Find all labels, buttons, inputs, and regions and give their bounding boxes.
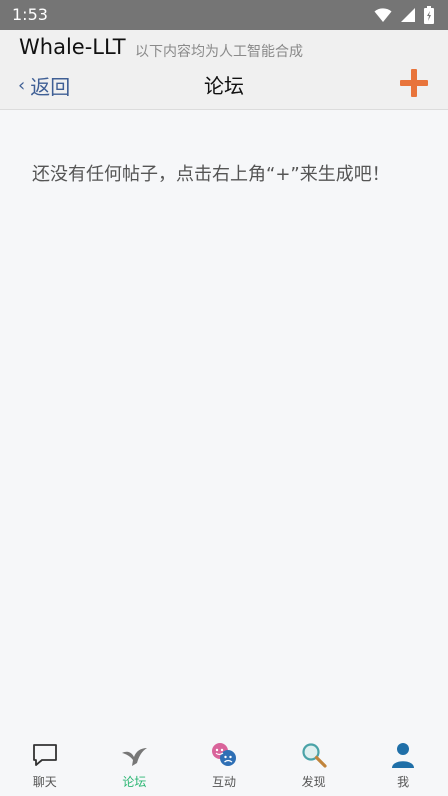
tab-label: 聊天 [32, 775, 57, 789]
tab-me[interactable]: 我 [358, 735, 448, 796]
ai-disclaimer: 以下内容均为人工智能合成 [135, 44, 303, 60]
tab-interact[interactable]: 互动 [179, 735, 269, 796]
wifi-icon [374, 8, 392, 22]
plus-icon [400, 69, 428, 97]
tab-label: 论坛 [122, 775, 147, 789]
tab-label: 互动 [211, 775, 236, 789]
empty-state-message: 还没有任何帖子，点击右上角“+”来生成吧！ [32, 164, 390, 185]
tab-discover[interactable]: 发现 [269, 735, 359, 796]
app-header: Whale-LLT 以下内容均为人工智能合成 [0, 30, 448, 66]
tab-chat[interactable]: 聊天 [0, 735, 90, 796]
status-bar: 1:53 [0, 0, 448, 30]
status-icons [374, 6, 434, 24]
drama-masks-icon [211, 743, 236, 766]
tab-label: 我 [397, 775, 410, 789]
nav-bar: ‹ 返回 论坛 [0, 66, 448, 110]
app-title: Whale-LLT [19, 35, 126, 59]
status-time: 1:53 [12, 5, 48, 24]
back-label: 返回 [30, 75, 71, 99]
battery-icon [424, 6, 434, 24]
back-button[interactable]: ‹ 返回 [18, 71, 70, 100]
person-icon [392, 743, 415, 768]
forum-bird-icon [122, 748, 148, 766]
chevron-left-icon: ‹ [18, 75, 26, 96]
add-post-button[interactable] [398, 67, 430, 99]
chat-bubble-icon [32, 744, 57, 766]
magnifier-icon [301, 743, 327, 768]
bottom-tab-bar: 聊天 论坛 互动 发现 我 [0, 735, 448, 796]
tab-label: 发现 [301, 775, 326, 789]
cell-signal-icon [401, 8, 415, 22]
tab-forum[interactable]: 论坛 [90, 735, 180, 796]
